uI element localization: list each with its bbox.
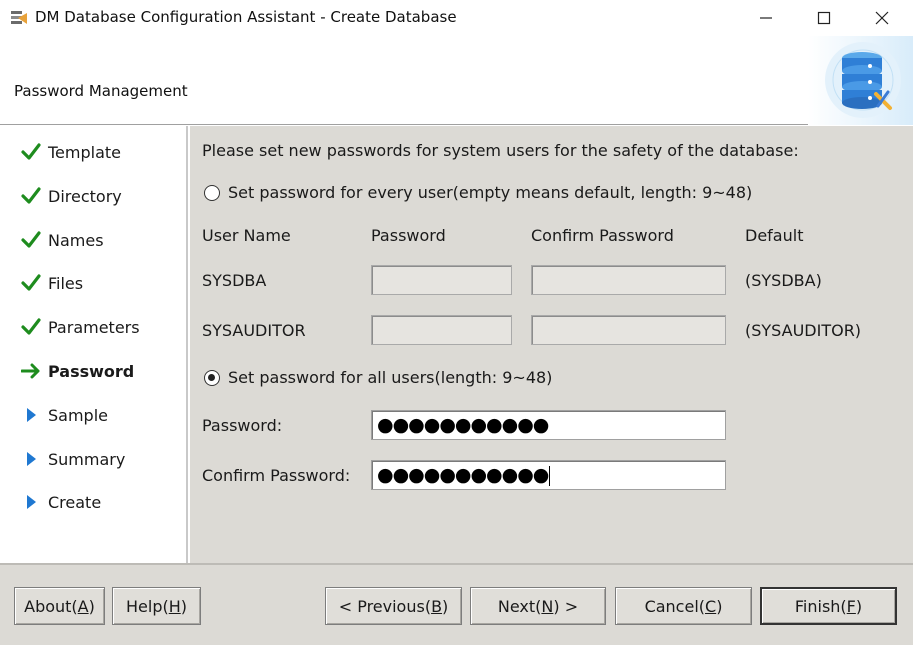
user-name-sysauditor: SYSAUDITOR	[202, 321, 306, 340]
step-names: Names	[20, 228, 104, 252]
about-button[interactable]: About(A)	[14, 587, 105, 625]
checkmark-icon	[20, 142, 42, 162]
sysauditor-password-field[interactable]	[371, 315, 512, 345]
about-button-end: )	[88, 596, 95, 616]
column-confirm-password: Confirm Password	[531, 226, 674, 245]
next-button[interactable]: Next(N) >	[470, 587, 606, 625]
app-icon	[9, 9, 29, 27]
triangle-right-icon	[20, 449, 42, 469]
triangle-right-icon	[20, 405, 42, 425]
help-button-end: )	[180, 596, 187, 616]
column-password: Password	[371, 226, 446, 245]
checkmark-icon	[20, 230, 42, 250]
step-password: Password	[20, 359, 134, 383]
checkmark-icon	[20, 317, 42, 337]
page-title: Password Management	[14, 82, 188, 100]
password-panel: Please set new passwords for system user…	[190, 126, 913, 563]
text-caret	[549, 465, 551, 486]
step-label: Sample	[48, 405, 108, 425]
previous-button-text: < Previous(	[338, 596, 432, 616]
cancel-button-key: C	[705, 596, 717, 616]
password-input[interactable]: ●●●●●●●●●●●	[371, 410, 726, 440]
step-label: Summary	[48, 449, 126, 469]
next-button-end: ) >	[553, 596, 579, 616]
step-create: Create	[20, 490, 101, 514]
step-label: Parameters	[48, 317, 140, 337]
next-button-text: Next(	[497, 596, 542, 616]
column-user-name: User Name	[202, 226, 291, 245]
sysdba-confirm-field[interactable]	[531, 265, 726, 295]
finish-button[interactable]: Finish(F)	[760, 587, 897, 625]
confirm-password-label: Confirm Password:	[202, 466, 351, 485]
step-directory: Directory	[20, 184, 122, 208]
help-button[interactable]: Help(H)	[112, 587, 201, 625]
previous-button[interactable]: < Previous(B)	[325, 587, 462, 625]
confirm-password-value: ●●●●●●●●●●●	[377, 464, 549, 486]
cancel-button-text: Cancel(	[644, 596, 706, 616]
step-label: Template	[48, 142, 122, 162]
confirm-password-text: ●●●●●●●●●●●	[377, 463, 551, 487]
button-bar: About(A) Help(H) < Previous(B) Next(N) >…	[0, 563, 913, 645]
close-button[interactable]	[853, 0, 911, 36]
sysauditor-confirm-field[interactable]	[531, 315, 726, 345]
radio-every-user[interactable]	[204, 185, 220, 201]
checkmark-icon	[20, 186, 42, 206]
next-button-key: N	[541, 596, 554, 616]
triangle-right-icon	[20, 492, 42, 512]
default-sysdba: (SYSDBA)	[745, 271, 822, 290]
step-label: Create	[48, 492, 102, 512]
step-label: Names	[48, 230, 104, 250]
step-summary: Summary	[20, 447, 125, 471]
finish-button-end: )	[855, 596, 863, 616]
window-title: DM Database Configuration Assistant - Cr…	[35, 8, 457, 26]
cancel-button-end: )	[716, 596, 723, 616]
password-value: ●●●●●●●●●●●	[377, 414, 549, 436]
maximize-button[interactable]	[795, 0, 853, 36]
cancel-button[interactable]: Cancel(C)	[615, 587, 752, 625]
step-label: Password	[48, 361, 135, 381]
default-sysauditor: (SYSAUDITOR)	[745, 321, 862, 340]
minimize-button[interactable]	[737, 0, 795, 36]
about-button-text: About(	[24, 596, 78, 616]
previous-button-end: )	[442, 596, 449, 616]
wizard-header: Password Management	[0, 36, 913, 125]
step-parameters: Parameters	[20, 315, 140, 339]
confirm-password-input[interactable]: ●●●●●●●●●●●	[371, 460, 726, 490]
step-label: Directory	[48, 186, 122, 206]
step-label: Files	[48, 273, 84, 293]
step-template: Template	[20, 140, 121, 164]
finish-button-key: F	[846, 596, 856, 616]
title-bar: DM Database Configuration Assistant - Cr…	[0, 0, 913, 36]
previous-button-key: B	[431, 596, 443, 616]
radio-all-users[interactable]	[204, 370, 220, 386]
option-all-users-label[interactable]: Set password for all users(length: 9~48)	[228, 368, 552, 387]
about-button-key: A	[77, 596, 89, 616]
user-name-sysdba: SYSDBA	[202, 271, 267, 290]
help-button-key: H	[168, 596, 181, 616]
finish-button-text: Finish(	[794, 596, 847, 616]
arrow-right-icon	[20, 361, 42, 381]
checkmark-icon	[20, 273, 42, 293]
database-icon	[808, 36, 913, 125]
step-files: Files	[20, 271, 83, 295]
column-default: Default	[745, 226, 804, 245]
intro-text: Please set new passwords for system user…	[202, 141, 799, 160]
option-every-user-label[interactable]: Set password for every user(empty means …	[228, 183, 752, 202]
help-button-text: Help(	[126, 596, 169, 616]
step-sample: Sample	[20, 403, 108, 427]
sysdba-password-field[interactable]	[371, 265, 512, 295]
wizard-steps: Template Directory Names Files Parameter…	[0, 126, 188, 563]
password-label: Password:	[202, 416, 283, 435]
